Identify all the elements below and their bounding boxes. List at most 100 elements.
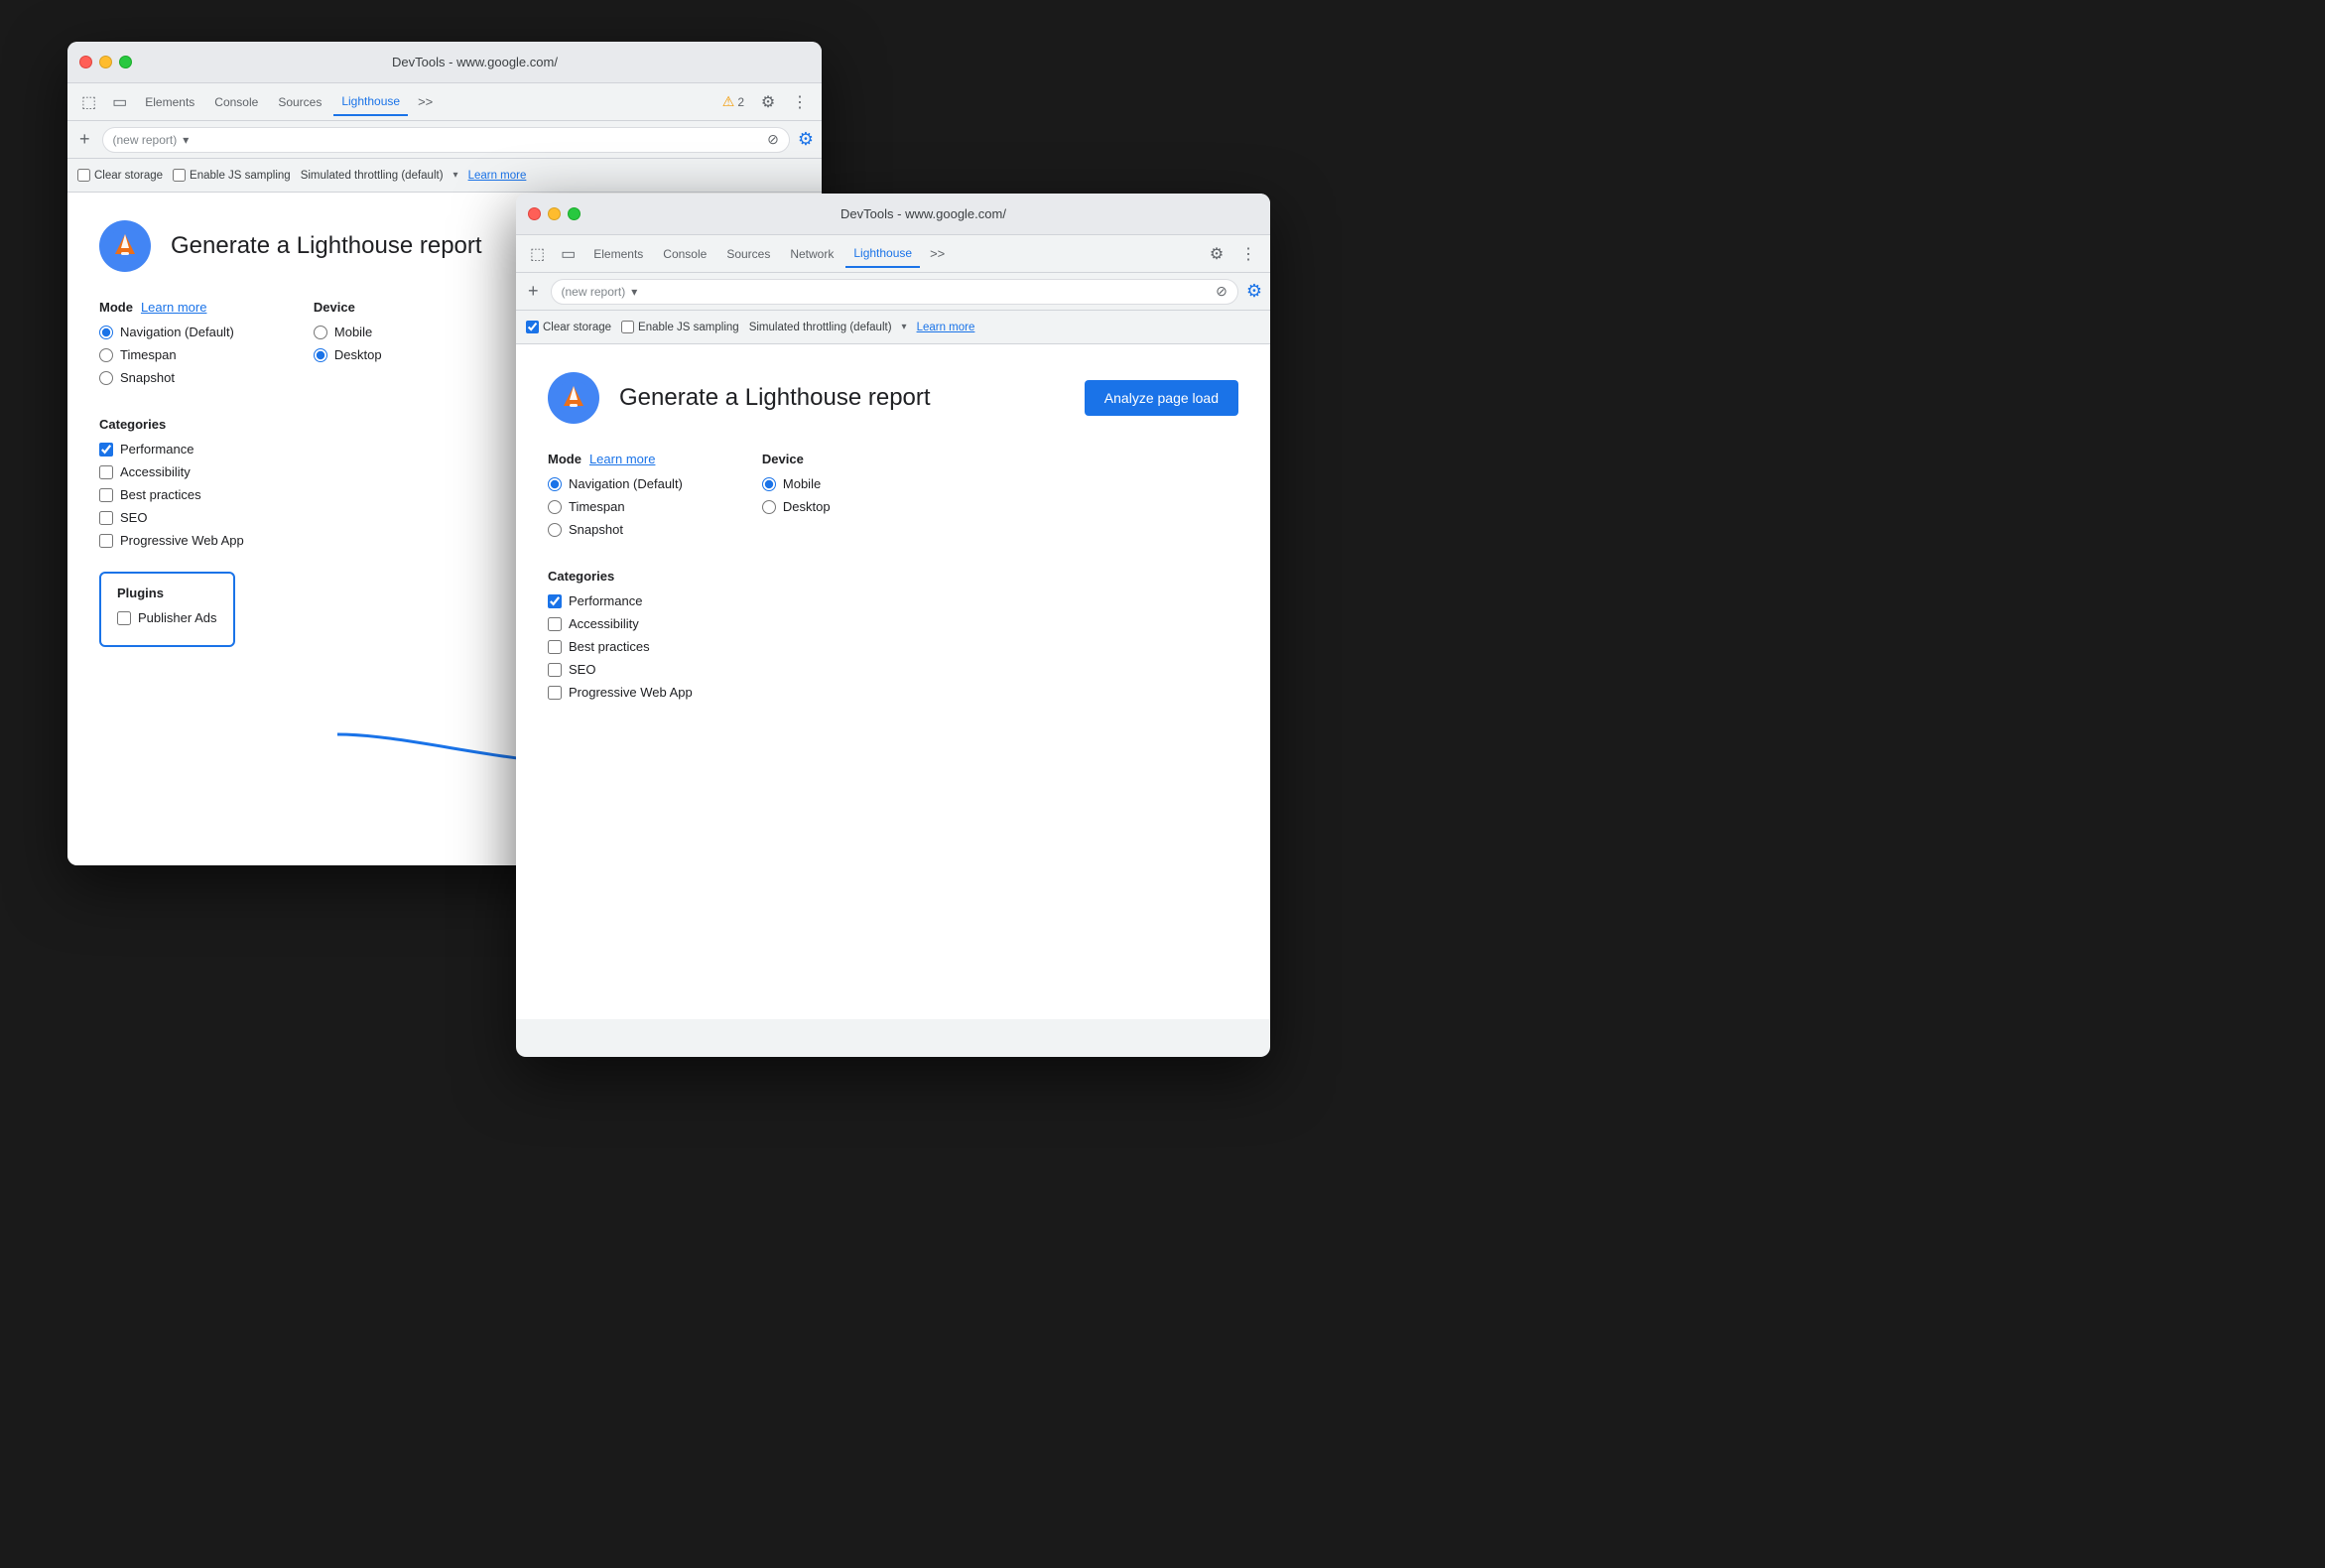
cat-seo-cb-2[interactable] xyxy=(548,663,562,677)
tab-console-2[interactable]: Console xyxy=(655,241,714,267)
cat-accessibility-2[interactable]: Accessibility xyxy=(548,616,1238,631)
mode-navigation-radio-1[interactable] xyxy=(99,326,113,339)
mode-learn-more-2[interactable]: Learn more xyxy=(589,452,655,466)
cat-best-practices-cb-1[interactable] xyxy=(99,488,113,502)
mode-timespan-1[interactable]: Timespan xyxy=(99,347,234,362)
mode-timespan-2[interactable]: Timespan xyxy=(548,499,683,514)
mode-navigation-2[interactable]: Navigation (Default) xyxy=(548,476,683,491)
plugin-publisher-ads-1[interactable]: Publisher Ads xyxy=(117,610,217,625)
cat-performance-cb-2[interactable] xyxy=(548,594,562,608)
warning-icon: ⚠ xyxy=(722,93,735,110)
mode-learn-more-1[interactable]: Learn more xyxy=(141,300,206,315)
device-mobile-radio-2[interactable] xyxy=(762,477,776,491)
device-icon[interactable]: ▭ xyxy=(106,88,133,116)
mode-navigation-1[interactable]: Navigation (Default) xyxy=(99,325,234,339)
tab-sources-1[interactable]: Sources xyxy=(270,89,329,115)
close-button-2[interactable] xyxy=(528,207,541,220)
device-label-2: Device xyxy=(762,452,831,466)
kebab-menu-2[interactable]: ⋮ xyxy=(1234,240,1262,268)
device-desktop-2[interactable]: Desktop xyxy=(762,499,831,514)
options-row-2: Clear storage Enable JS sampling Simulat… xyxy=(516,311,1270,344)
cancel-icon-2: ⊘ xyxy=(1216,283,1227,300)
clear-storage-checkbox-1[interactable] xyxy=(77,169,90,182)
device-mobile-1[interactable]: Mobile xyxy=(314,325,382,339)
traffic-lights-1 xyxy=(79,56,132,68)
maximize-button[interactable] xyxy=(119,56,132,68)
tab-lighthouse-2[interactable]: Lighthouse xyxy=(845,240,920,268)
inspect-icon[interactable]: ⬚ xyxy=(75,88,102,116)
mode-snapshot-radio-2[interactable] xyxy=(548,523,562,537)
clear-storage-label-1[interactable]: Clear storage xyxy=(77,169,163,182)
cat-pwa-cb-1[interactable] xyxy=(99,534,113,548)
minimize-button[interactable] xyxy=(99,56,112,68)
enable-js-label-2[interactable]: Enable JS sampling xyxy=(621,321,739,333)
settings-button-1[interactable]: ⚙ xyxy=(754,88,782,116)
cat-performance-2[interactable]: Performance xyxy=(548,593,1238,608)
more-tabs-button-2[interactable]: >> xyxy=(924,242,951,265)
form-row-2: Mode Learn more Navigation (Default) Tim… xyxy=(548,452,1238,545)
clear-storage-checkbox-2[interactable] xyxy=(526,321,539,333)
cat-accessibility-cb-2[interactable] xyxy=(548,617,562,631)
enable-js-label-1[interactable]: Enable JS sampling xyxy=(173,169,291,182)
enable-js-checkbox-1[interactable] xyxy=(173,169,186,182)
device-desktop-1[interactable]: Desktop xyxy=(314,347,382,362)
kebab-menu-1[interactable]: ⋮ xyxy=(786,88,814,116)
warning-badge-1[interactable]: ⚠ 2 xyxy=(716,89,750,114)
throttle-chevron-1[interactable]: ▾ xyxy=(453,170,458,181)
mode-snapshot-1[interactable]: Snapshot xyxy=(99,370,234,385)
throttle-chevron-2[interactable]: ▾ xyxy=(902,322,907,332)
mode-label-2: Mode Learn more xyxy=(548,452,683,466)
tab-elements-1[interactable]: Elements xyxy=(137,89,202,115)
tab-lighthouse-1[interactable]: Lighthouse xyxy=(333,88,408,116)
enable-js-checkbox-2[interactable] xyxy=(621,321,634,333)
minimize-button-2[interactable] xyxy=(548,207,561,220)
device-mobile-2[interactable]: Mobile xyxy=(762,476,831,491)
mode-timespan-radio-1[interactable] xyxy=(99,348,113,362)
inspect-icon-2[interactable]: ⬚ xyxy=(524,240,551,268)
cat-seo-2[interactable]: SEO xyxy=(548,662,1238,677)
tab-console-1[interactable]: Console xyxy=(206,89,266,115)
settings-button-2[interactable]: ⚙ xyxy=(1203,240,1230,268)
plugin-publisher-ads-cb-1[interactable] xyxy=(117,611,131,625)
window-title-1: DevTools - www.google.com/ xyxy=(140,55,810,69)
traffic-lights-2 xyxy=(528,207,581,220)
analyze-button[interactable]: Analyze page load xyxy=(1085,380,1238,416)
device-section-2: Device Mobile Desktop xyxy=(762,452,831,545)
mode-timespan-radio-2[interactable] xyxy=(548,500,562,514)
lighthouse-svg-2 xyxy=(556,380,591,416)
config-gear-1[interactable]: ⚙ xyxy=(798,129,814,150)
report-selector-2[interactable]: (new report) ▾ ⊘ xyxy=(551,279,1238,305)
cat-pwa-2[interactable]: Progressive Web App xyxy=(548,685,1238,700)
more-tabs-button-1[interactable]: >> xyxy=(412,90,439,113)
learn-more-link-2[interactable]: Learn more xyxy=(917,322,975,333)
tab-sources-2[interactable]: Sources xyxy=(718,241,778,267)
mode-snapshot-2[interactable]: Snapshot xyxy=(548,522,683,537)
cat-accessibility-cb-1[interactable] xyxy=(99,465,113,479)
learn-more-link-1[interactable]: Learn more xyxy=(468,170,527,182)
enable-js-text-1: Enable JS sampling xyxy=(190,170,291,182)
mode-snapshot-radio-1[interactable] xyxy=(99,371,113,385)
mode-navigation-radio-2[interactable] xyxy=(548,477,562,491)
tab-elements-2[interactable]: Elements xyxy=(585,241,651,267)
cancel-icon-1: ⊘ xyxy=(767,131,779,148)
selector-chevron-1: ▾ xyxy=(183,133,189,147)
config-gear-2[interactable]: ⚙ xyxy=(1246,281,1262,302)
device-mobile-radio-1[interactable] xyxy=(314,326,327,339)
report-selector-1[interactable]: (new report) ▾ ⊘ xyxy=(102,127,790,153)
device-icon-2[interactable]: ▭ xyxy=(555,240,581,268)
tab-network-2[interactable]: Network xyxy=(782,241,841,267)
titlebar-2: DevTools - www.google.com/ xyxy=(516,194,1270,235)
device-desktop-radio-2[interactable] xyxy=(762,500,776,514)
cat-pwa-cb-2[interactable] xyxy=(548,686,562,700)
report-placeholder-1: (new report) xyxy=(113,133,178,147)
cat-best-practices-2[interactable]: Best practices xyxy=(548,639,1238,654)
cat-performance-cb-1[interactable] xyxy=(99,443,113,457)
cat-best-practices-cb-2[interactable] xyxy=(548,640,562,654)
cat-seo-cb-1[interactable] xyxy=(99,511,113,525)
device-desktop-radio-1[interactable] xyxy=(314,348,327,362)
add-report-button-2[interactable]: + xyxy=(524,279,543,304)
close-button[interactable] xyxy=(79,56,92,68)
maximize-button-2[interactable] xyxy=(568,207,581,220)
add-report-button-1[interactable]: + xyxy=(75,127,94,152)
clear-storage-label-2[interactable]: Clear storage xyxy=(526,321,611,333)
